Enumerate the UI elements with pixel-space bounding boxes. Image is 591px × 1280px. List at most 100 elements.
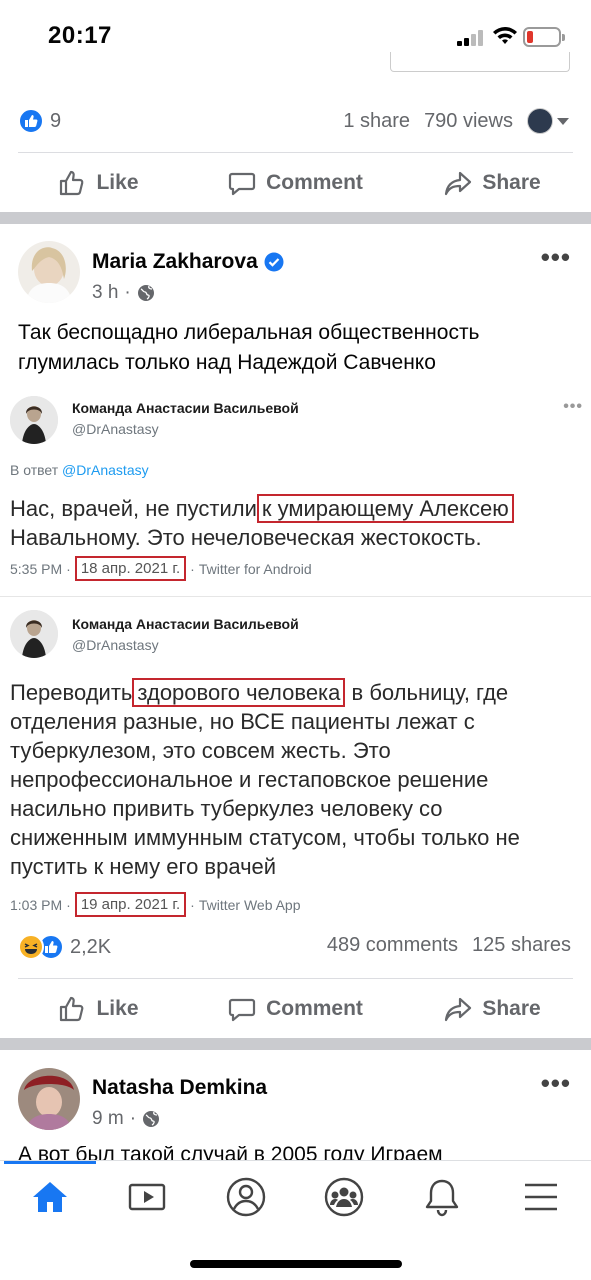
feed-separator bbox=[0, 1038, 591, 1050]
post2-reaction-count: 2,2K bbox=[70, 935, 112, 958]
avatar[interactable] bbox=[18, 241, 80, 303]
author-name: Natasha Demkina bbox=[92, 1076, 268, 1099]
like-label: Like bbox=[96, 171, 139, 194]
tweet-meta: 1:03 PM · 19 апр. 2021 г. · Twitter Web … bbox=[10, 892, 301, 917]
like-button[interactable]: Like bbox=[0, 153, 197, 213]
previous-post-link-preview[interactable] bbox=[390, 52, 570, 72]
comment-icon bbox=[228, 172, 256, 196]
haha-reaction-icon bbox=[18, 934, 44, 960]
video-icon bbox=[128, 1183, 166, 1211]
tweet-author-name: Команда Анастасии Васильевой bbox=[72, 400, 299, 416]
post1-action-row: Like Comment Share bbox=[0, 153, 591, 213]
reply-handle: @DrAnastasy bbox=[62, 462, 149, 478]
like-reaction-icon bbox=[18, 108, 44, 134]
post2-stats-row: 2,2K 489 comments 125 shares bbox=[0, 920, 591, 976]
tweet-handle: @DrAnastasy bbox=[72, 637, 159, 653]
tweet-text: непрофессиональное и гестаповское решени… bbox=[10, 767, 489, 792]
home-icon bbox=[33, 1182, 67, 1212]
tweet-text: туберкулезом, это совсем жесть. Это bbox=[10, 738, 391, 763]
post3-meta: 9 m · bbox=[92, 1108, 160, 1130]
home-tab[interactable] bbox=[25, 1175, 75, 1219]
share-button[interactable]: Share bbox=[394, 153, 591, 213]
post-text-line: глумилась только над Надеждой Савченко bbox=[18, 351, 436, 374]
tweet-avatar bbox=[10, 610, 58, 658]
post3-author[interactable]: Natasha Demkina bbox=[92, 1076, 267, 1100]
more-options-icon[interactable]: ••• bbox=[541, 242, 571, 273]
share-button[interactable]: Share bbox=[394, 979, 591, 1039]
reply-prefix: В ответ bbox=[10, 462, 59, 478]
notifications-icon bbox=[425, 1179, 459, 1217]
post2-shares[interactable]: 125 shares bbox=[472, 934, 571, 957]
wifi-icon bbox=[493, 27, 517, 44]
post2-comments[interactable]: 489 comments bbox=[327, 934, 458, 957]
tweet-text: в больницу, где bbox=[351, 680, 509, 705]
post3-text-partial: А вот был такой случай в 2005 году Играе… bbox=[18, 1146, 578, 1160]
comment-label: Comment bbox=[266, 997, 363, 1020]
highlighted-phrase: здорового человека bbox=[132, 678, 346, 707]
highlighted-phrase: к умирающему Алексею bbox=[256, 494, 514, 523]
embedded-tweet-2[interactable]: Команда Анастасии Васильевой @DrAnastasy… bbox=[0, 604, 591, 920]
home-indicator[interactable] bbox=[190, 1260, 402, 1268]
verified-badge-icon bbox=[264, 252, 284, 272]
avatar bbox=[527, 108, 553, 134]
tweet-time: 5:35 PM bbox=[10, 560, 63, 577]
embedded-tweet-1[interactable]: Команда Анастасии Васильевой @DrAnastasy… bbox=[0, 392, 591, 594]
tweet-text: отделения разные, но ВСЕ пациенты лежат … bbox=[10, 709, 475, 734]
tweet-text: Переводить bbox=[10, 680, 133, 705]
like-label: Like bbox=[96, 997, 139, 1020]
audience-selector[interactable] bbox=[527, 108, 571, 134]
tweet-meta: 5:35 PM · 18 апр. 2021 г. · Twitter for … bbox=[10, 556, 312, 581]
post3-header: Natasha Demkina 9 m · ••• bbox=[0, 1066, 591, 1136]
tweet-source: Twitter Web App bbox=[198, 896, 301, 913]
post1-reactions[interactable]: 9 bbox=[18, 108, 61, 134]
post2-author[interactable]: Maria Zakharova bbox=[92, 250, 284, 274]
feed-separator bbox=[0, 212, 591, 224]
post-time[interactable]: 3 h bbox=[92, 282, 118, 304]
like-button[interactable]: Like bbox=[0, 979, 197, 1039]
post1-reaction-count: 9 bbox=[50, 109, 62, 132]
battery-icon bbox=[523, 27, 565, 47]
divider bbox=[0, 596, 591, 597]
post-time[interactable]: 9 m bbox=[92, 1108, 124, 1130]
profile-icon bbox=[226, 1177, 266, 1217]
comment-label: Comment bbox=[266, 171, 363, 194]
tweet-more-icon: ••• bbox=[563, 398, 583, 415]
post2-reactions[interactable]: 2,2K bbox=[18, 934, 111, 960]
share-label: Share bbox=[482, 997, 541, 1020]
groups-tab[interactable] bbox=[319, 1175, 369, 1219]
tweet-text: пустить к нему его врачей bbox=[10, 854, 277, 879]
cellular-signal-icon bbox=[457, 30, 483, 46]
tweet-avatar bbox=[10, 396, 58, 444]
video-tab[interactable] bbox=[123, 1175, 173, 1219]
post1-shares[interactable]: 1 share bbox=[343, 110, 410, 133]
avatar[interactable] bbox=[18, 1068, 80, 1130]
comment-button[interactable]: Comment bbox=[197, 153, 394, 213]
author-name: Maria Zakharova bbox=[92, 250, 258, 273]
tweet-text: сниженным иммунным статусом, чтобы тольк… bbox=[10, 825, 520, 850]
post-text-line: А вот был такой случай в 2005 году Играе… bbox=[18, 1146, 443, 1160]
post2-action-row: Like Comment Share bbox=[0, 979, 591, 1039]
tweet-text: Навальному. Это нечеловеческая жестокост… bbox=[10, 525, 482, 550]
like-icon bbox=[60, 996, 84, 1022]
post-text-line: Так беспощадно либеральная общественност… bbox=[18, 321, 480, 344]
menu-icon bbox=[525, 1183, 557, 1211]
globe-icon bbox=[137, 285, 154, 301]
menu-tab[interactable] bbox=[516, 1175, 566, 1219]
share-icon bbox=[445, 997, 472, 1022]
post2-header: Maria Zakharova 3 h · ••• bbox=[0, 240, 591, 310]
tweet-author-name: Команда Анастасии Васильевой bbox=[72, 616, 299, 632]
tweet-handle: @DrAnastasy bbox=[72, 421, 159, 437]
profile-tab[interactable] bbox=[221, 1175, 271, 1219]
groups-icon bbox=[324, 1177, 364, 1217]
notifications-tab[interactable] bbox=[417, 1175, 467, 1219]
tweet-text: насильно привить туберкулез человеку со bbox=[10, 796, 443, 821]
globe-icon bbox=[143, 1111, 160, 1127]
tweet-time: 1:03 PM bbox=[10, 896, 63, 913]
post1-views: 790 views bbox=[424, 109, 513, 132]
more-options-icon[interactable]: ••• bbox=[541, 1068, 571, 1099]
active-tab-indicator bbox=[4, 1161, 96, 1164]
tweet-date-highlighted: 19 апр. 2021 г. bbox=[74, 892, 187, 917]
share-label: Share bbox=[482, 171, 541, 194]
status-time: 20:17 bbox=[48, 22, 112, 49]
comment-button[interactable]: Comment bbox=[197, 979, 394, 1039]
